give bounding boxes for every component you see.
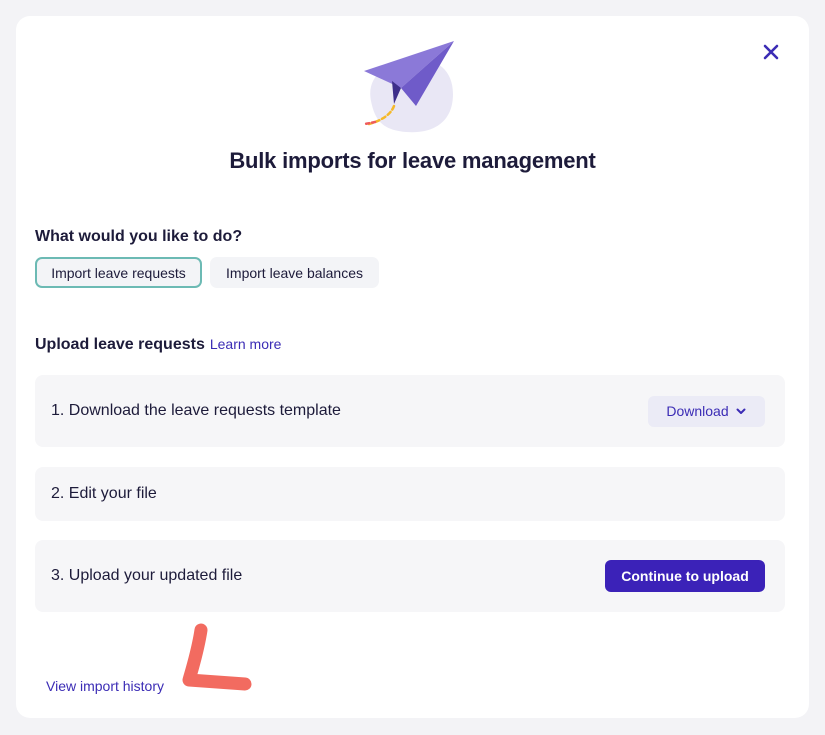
download-button[interactable]: Download (648, 395, 765, 427)
paper-plane-illustration (363, 41, 454, 133)
annotation-mark (182, 623, 252, 691)
step-label: 3. Upload your updated file (51, 567, 243, 584)
upload-heading-text: Upload leave requests (35, 336, 205, 353)
step-upload-file: 3. Upload your updated file Continue to … (35, 540, 785, 612)
learn-more-link[interactable]: Learn more (210, 336, 282, 352)
step-label: 2. Edit your file (51, 485, 157, 502)
download-label: Download (666, 403, 729, 419)
step-edit-file: 2. Edit your file (35, 467, 785, 521)
view-import-history-link[interactable]: View import history (46, 678, 164, 694)
step-download-template: 1. Download the leave requests template … (35, 375, 785, 447)
chevron-down-icon (736, 408, 746, 414)
close-icon[interactable] (761, 42, 781, 62)
import-leave-balances-option[interactable]: Import leave balances (210, 257, 379, 288)
continue-to-upload-button[interactable]: Continue to upload (605, 560, 765, 592)
bulk-import-modal: Bulk imports for leave management What w… (16, 16, 809, 718)
page-title: Bulk imports for leave management (229, 148, 596, 173)
upload-section-heading: Upload leave requests Learn more (35, 336, 281, 354)
import-leave-requests-option[interactable]: Import leave requests (35, 257, 202, 288)
step-label: 1. Download the leave requests template (51, 402, 341, 419)
choice-question: What would you like to do? (35, 228, 243, 245)
